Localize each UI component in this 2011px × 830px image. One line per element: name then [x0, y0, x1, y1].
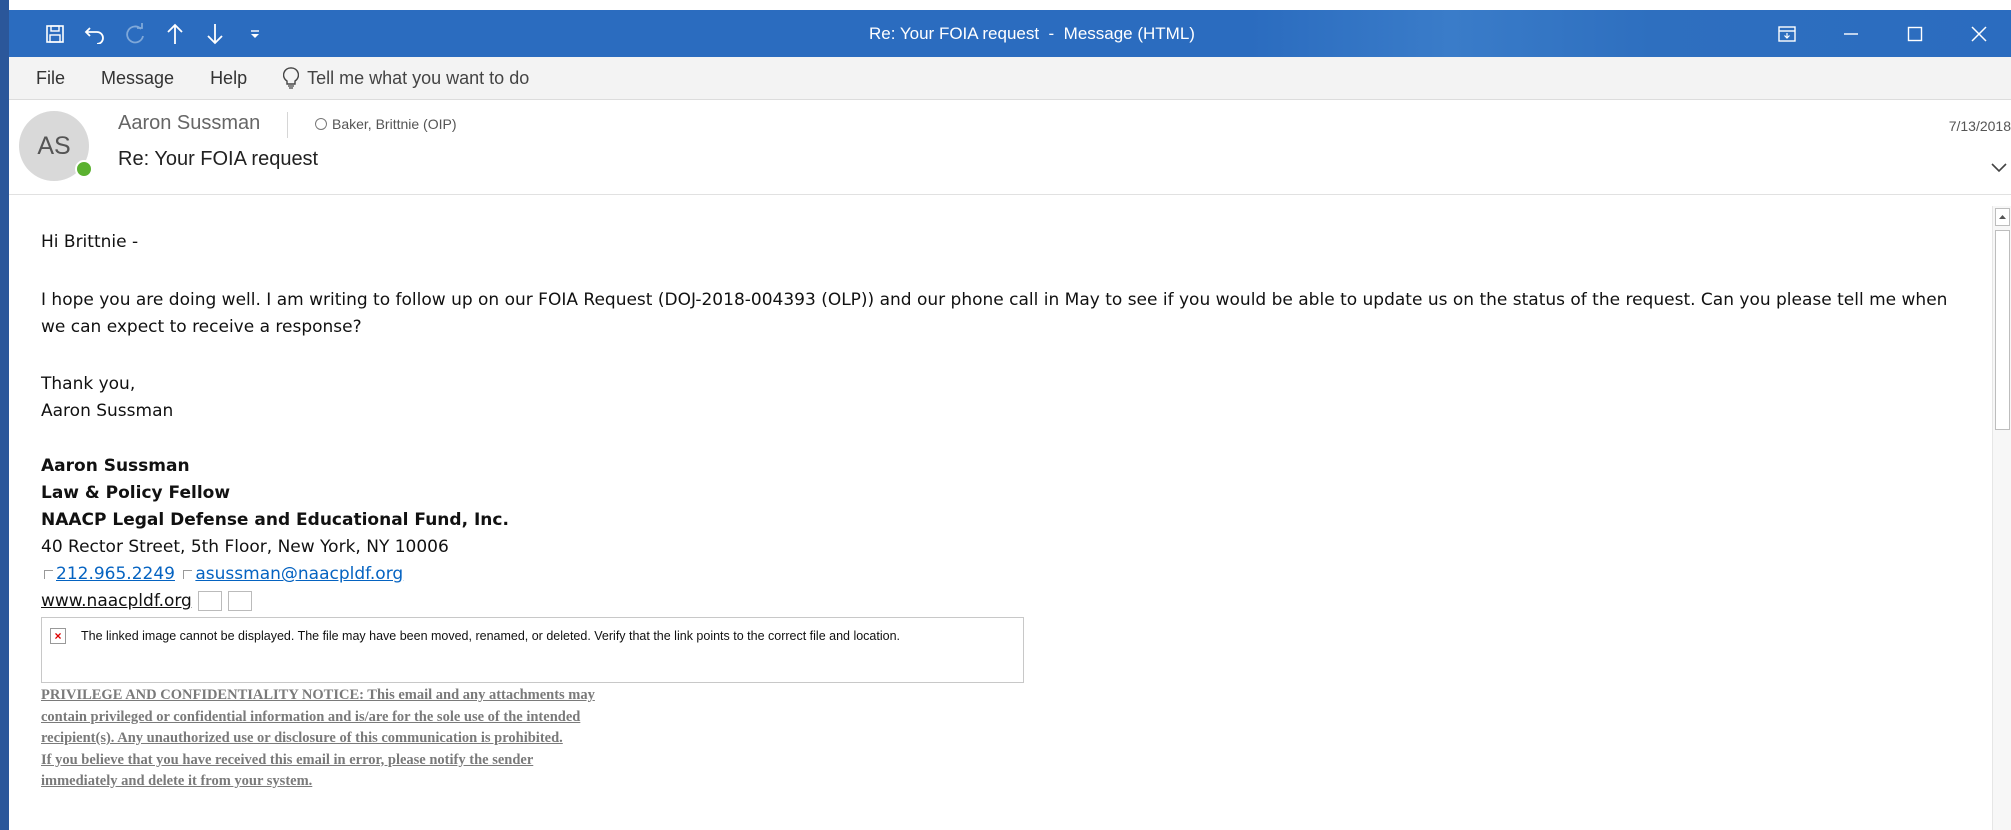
- greeting: Hi Brittnie -: [41, 232, 139, 252]
- chevron-down-icon: [1991, 163, 2007, 173]
- message-header: AS Aaron Sussman Baker, Brittnie (OIP) R…: [9, 100, 2011, 195]
- recipient-name: Baker, Brittnie (OIP): [332, 116, 457, 132]
- ribbon-display-options-button[interactable]: [1755, 10, 1819, 57]
- placeholder-image-icon: [197, 591, 222, 611]
- message-body: Hi Brittnie - I hope you are doing well.…: [41, 205, 1981, 825]
- arrow-down-icon: [207, 23, 223, 44]
- broken-image-message: The linked image cannot be displayed. Th…: [81, 629, 901, 643]
- outlook-message-window: Re: Your FOIA request - Message (HTML) F…: [0, 0, 2011, 830]
- signature-website-row: www.naacpldf.org: [41, 588, 509, 615]
- signoff-name: Aaron Sussman: [41, 401, 174, 421]
- chevron-down-icon: [251, 29, 259, 38]
- maximize-icon: [1907, 26, 1923, 41]
- arrow-up-icon: [1999, 215, 2006, 219]
- notice-line: If you believe that you have received th…: [41, 751, 534, 768]
- customize-toolbar-button[interactable]: [235, 10, 275, 57]
- divider: [287, 112, 288, 138]
- undo-button[interactable]: [75, 10, 115, 57]
- next-item-button[interactable]: [195, 10, 235, 57]
- broken-image-placeholder: × The linked image cannot be displayed. …: [41, 617, 1024, 683]
- vertical-scrollbar[interactable]: [1992, 206, 2011, 830]
- signature-contact: 212.965.2249 asussman@naacpldf.org: [41, 561, 509, 588]
- arrow-up-icon: [167, 23, 183, 44]
- notice-line: immediately and delete it from your syst…: [41, 773, 313, 789]
- close-button[interactable]: [1947, 10, 2011, 57]
- confidentiality-notice: PRIVILEGE AND CONFIDENTIALITY NOTICE: Th…: [41, 685, 741, 793]
- body-paragraph: I hope you are doing well. I am writing …: [41, 290, 1948, 337]
- ribbon-display-icon: [1778, 25, 1796, 42]
- recipient[interactable]: Baker, Brittnie (OIP): [315, 116, 456, 132]
- website-link[interactable]: www.naacpldf.org: [41, 591, 192, 611]
- maximize-button[interactable]: [1883, 10, 1947, 57]
- placeholder-image-icon: [183, 569, 193, 579]
- signature-org: NAACP Legal Defense and Educational Fund…: [41, 510, 509, 530]
- previous-item-button[interactable]: [155, 10, 195, 57]
- scroll-thumb[interactable]: [1995, 230, 2010, 430]
- save-icon: [46, 24, 64, 43]
- quick-access-toolbar: [35, 10, 275, 57]
- tell-me-search[interactable]: Tell me what you want to do: [265, 57, 547, 99]
- tab-file[interactable]: File: [9, 57, 83, 99]
- redo-button[interactable]: [115, 10, 155, 57]
- message-date: 7/13/2018: [1948, 118, 2011, 134]
- undo-icon: [84, 26, 104, 44]
- email-link[interactable]: asussman@naacpldf.org: [195, 564, 403, 584]
- minimize-button[interactable]: [1819, 10, 1883, 57]
- tab-message[interactable]: Message: [83, 57, 192, 99]
- expand-header-button[interactable]: [1991, 160, 2007, 178]
- close-icon: [1971, 25, 1987, 42]
- sender-name[interactable]: Aaron Sussman: [118, 112, 260, 135]
- notice-line: PRIVILEGE AND CONFIDENTIALITY NOTICE: Th…: [41, 687, 595, 703]
- notice-line: contain privileged or confidential infor…: [41, 708, 581, 725]
- signature-title: Law & Policy Fellow: [41, 483, 231, 503]
- message-subject: Re: Your FOIA request: [118, 148, 319, 170]
- presence-available-icon: [75, 160, 93, 178]
- redo-icon: [126, 22, 144, 43]
- tab-help[interactable]: Help: [192, 57, 265, 99]
- window-controls: [1755, 10, 2011, 57]
- notice-line: recipient(s). Any unauthorized use or di…: [41, 730, 563, 746]
- ribbon-tabs: File Message Help Tell me what you want …: [9, 57, 2011, 100]
- tell-me-label: Tell me what you want to do: [307, 68, 530, 88]
- signature-name: Aaron Sussman: [41, 456, 190, 476]
- presence-unknown-icon: [315, 118, 327, 130]
- placeholder-image-icon: [227, 591, 252, 611]
- email-signature: Aaron Sussman Law & Policy Fellow NAACP …: [41, 453, 509, 615]
- phone-link[interactable]: 212.965.2249: [56, 564, 175, 584]
- save-button[interactable]: [35, 10, 75, 57]
- closing: Thank you,: [41, 374, 136, 394]
- title-bar: Re: Your FOIA request - Message (HTML): [9, 10, 2011, 57]
- minimize-icon: [1844, 32, 1858, 35]
- signature-address: 40 Rector Street, 5th Floor, New York, N…: [41, 537, 449, 557]
- lightbulb-icon: [283, 67, 300, 89]
- scroll-up-button[interactable]: [1995, 208, 2010, 226]
- placeholder-image-icon: [44, 569, 53, 579]
- broken-image-icon: ×: [50, 628, 66, 644]
- window-title: Re: Your FOIA request - Message (HTML): [869, 24, 1195, 43]
